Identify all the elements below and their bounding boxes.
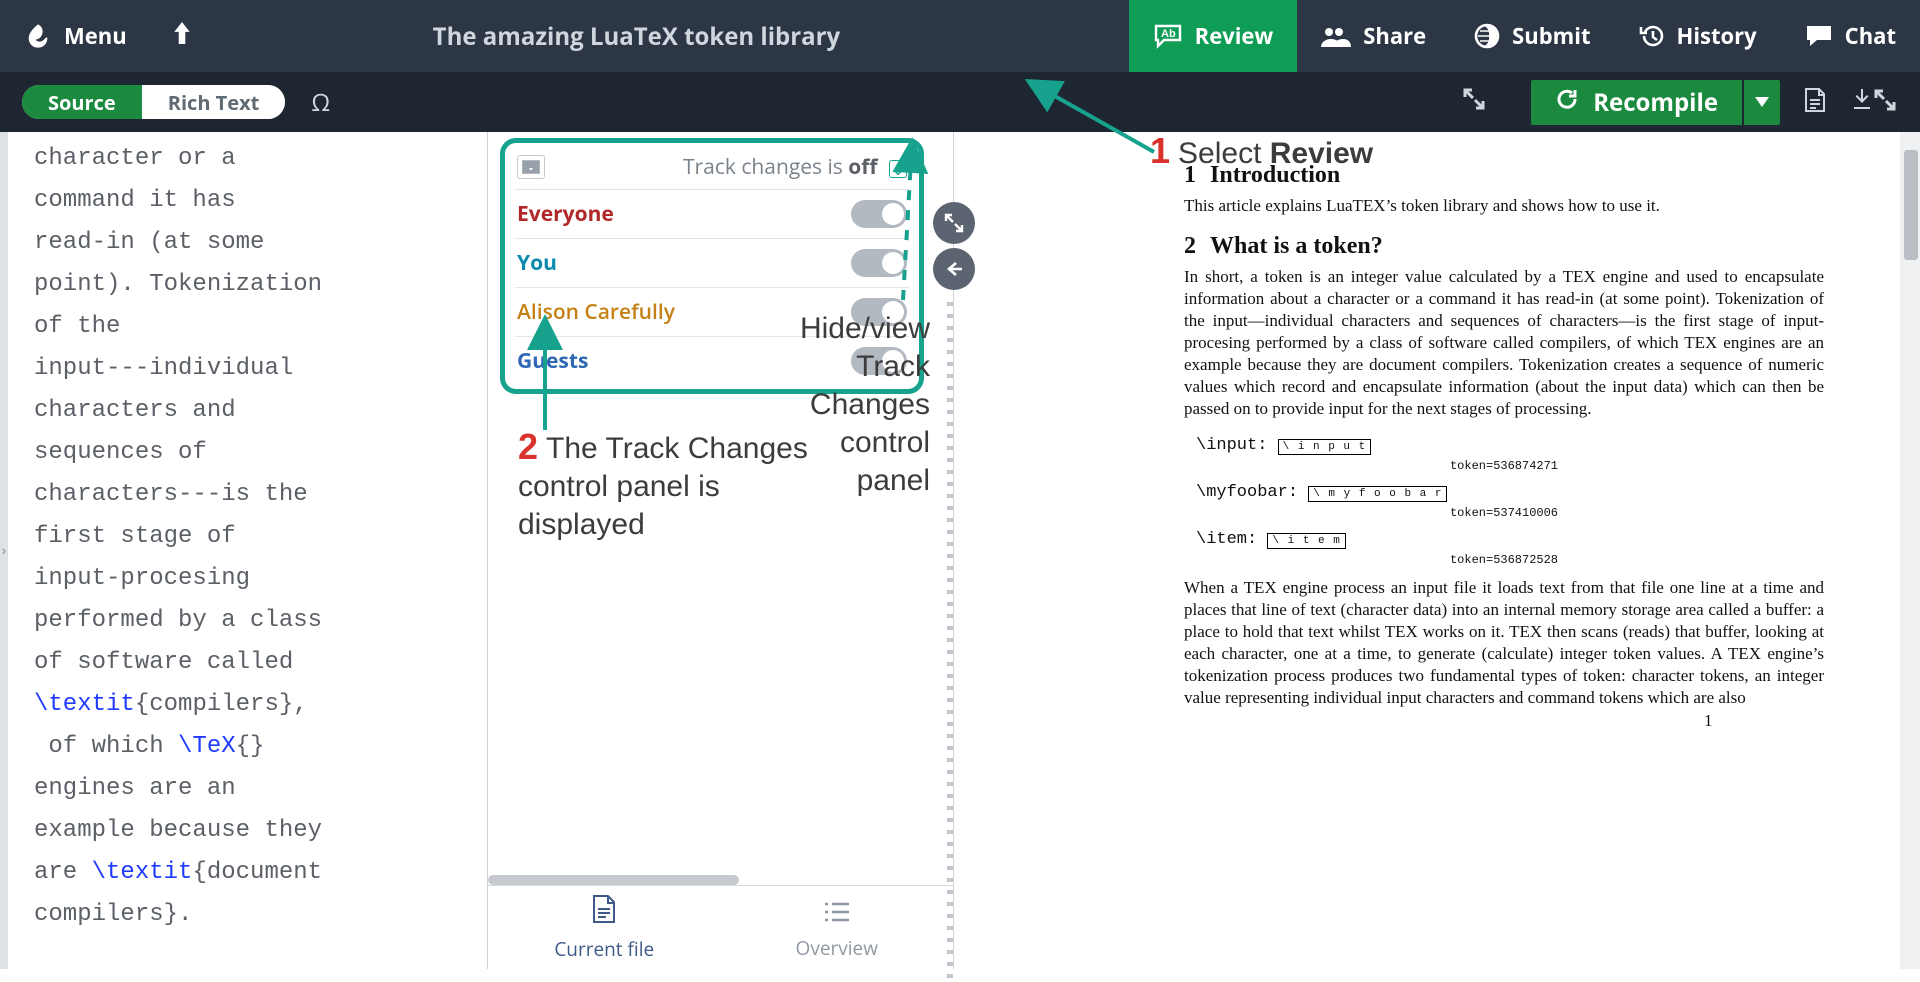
editor-toolbar: Source Rich Text Ω Recompile <box>0 72 1920 132</box>
recompile-dropdown[interactable] <box>1744 80 1780 125</box>
tab-review[interactable]: Ab Review <box>1129 0 1298 72</box>
pdf-fullscreen-button[interactable] <box>1874 89 1920 116</box>
review-icon: Ab <box>1153 23 1183 49</box>
menu-label: Menu <box>64 21 127 51</box>
view-logs-button[interactable] <box>1804 87 1826 118</box>
pdf-toolbar-icons <box>1804 87 1874 118</box>
tab-chat-label: Chat <box>1845 21 1896 51</box>
annotation-1: 1Select Review <box>1150 132 1373 173</box>
left-gutter-toggle[interactable]: › <box>0 132 8 969</box>
up-arrow-icon <box>173 21 191 51</box>
splitter-collapse-left[interactable] <box>933 248 975 290</box>
review-footer-tabs: Current file Overview <box>488 885 953 969</box>
editor-fullscreen-button[interactable] <box>1443 87 1505 117</box>
source-code[interactable]: character or a command it has read-in (a… <box>8 132 487 936</box>
list-icon <box>823 895 851 931</box>
recompile-group: Recompile <box>1531 72 1780 132</box>
tab-history-label: History <box>1677 21 1757 51</box>
tc-toggle-you[interactable] <box>851 249 907 277</box>
splitter-expand-right[interactable] <box>933 202 975 244</box>
pdf-p1: This article explains LuaTEX’s token lib… <box>1184 195 1824 217</box>
track-changes-dropdown-icon[interactable]: ⌄ <box>889 160 907 178</box>
symbol-palette-button[interactable]: Ω <box>303 86 338 119</box>
review-inbox-icon[interactable] <box>517 155 545 179</box>
review-tab-current[interactable]: Current file <box>488 886 721 969</box>
editor-pane[interactable]: character or a command it has read-in (a… <box>8 132 488 969</box>
tc-toggle-everyone[interactable] <box>851 200 907 228</box>
pdf-figure-input: \input: \ i n p u t <box>1196 436 1824 455</box>
pdf-scrollbar-thumb[interactable] <box>1904 150 1918 260</box>
review-pane: Track changes is off ⌄ Everyone You Alis… <box>488 132 954 969</box>
share-icon <box>1321 25 1351 47</box>
pdf-p2: In short, a token is an integer value ca… <box>1184 266 1824 420</box>
tc-row-everyone: Everyone <box>515 189 909 238</box>
pdf-preview-pane[interactable]: 1Introduction This article explains LuaT… <box>954 132 1920 969</box>
pdf-page-number: 1 <box>1704 711 1713 731</box>
source-mode-button[interactable]: Source <box>22 85 142 119</box>
project-title[interactable]: The amazing LuaTeX token library <box>433 20 841 53</box>
pdf-page-content: 1Introduction This article explains LuaT… <box>1184 162 1824 725</box>
svg-text:Ab: Ab <box>1161 28 1176 40</box>
pdf-figure-myfoobar: \myfoobar: \ m y f o o b a r <box>1196 483 1824 502</box>
download-pdf-button[interactable] <box>1850 87 1874 118</box>
tab-review-label: Review <box>1195 21 1274 51</box>
pane-splitter[interactable] <box>947 302 953 982</box>
tab-share-label: Share <box>1363 21 1426 51</box>
pdf-figure-item: \item: \ i t e m <box>1196 530 1824 549</box>
pdf-p3: When a TEX engine process an input file … <box>1184 577 1824 709</box>
file-icon <box>591 894 617 932</box>
history-icon <box>1639 23 1665 49</box>
tab-share[interactable]: Share <box>1297 0 1450 72</box>
tab-history[interactable]: History <box>1615 0 1781 72</box>
editor-mode-toggle: Source Rich Text <box>22 85 285 119</box>
review-tab-overview[interactable]: Overview <box>721 886 954 969</box>
submit-icon <box>1474 23 1500 49</box>
recompile-button[interactable]: Recompile <box>1531 80 1742 125</box>
annotation-3: Hide/view Track Changes control panel <box>770 310 930 500</box>
review-scrollbar[interactable] <box>488 875 739 885</box>
recompile-label: Recompile <box>1593 86 1718 119</box>
menu-button[interactable]: Menu <box>0 0 151 72</box>
track-changes-header: Track changes is off ⌄ <box>515 149 909 189</box>
chat-icon <box>1805 24 1833 48</box>
pdf-h2: 2What is a token? <box>1184 233 1824 260</box>
tab-submit-label: Submit <box>1512 21 1590 51</box>
track-changes-status[interactable]: Track changes is off ⌄ <box>683 153 907 181</box>
back-button[interactable] <box>151 0 213 72</box>
overleaf-logo-icon <box>24 22 52 50</box>
tab-chat[interactable]: Chat <box>1781 0 1920 72</box>
recompile-icon <box>1555 86 1579 119</box>
richtext-mode-button[interactable]: Rich Text <box>142 85 286 119</box>
top-toolbar: Menu The amazing LuaTeX token library Ab… <box>0 0 1920 72</box>
tab-submit[interactable]: Submit <box>1450 0 1614 72</box>
main-area: › character or a command it has read-in … <box>0 132 1920 969</box>
tc-row-you: You <box>515 238 909 287</box>
